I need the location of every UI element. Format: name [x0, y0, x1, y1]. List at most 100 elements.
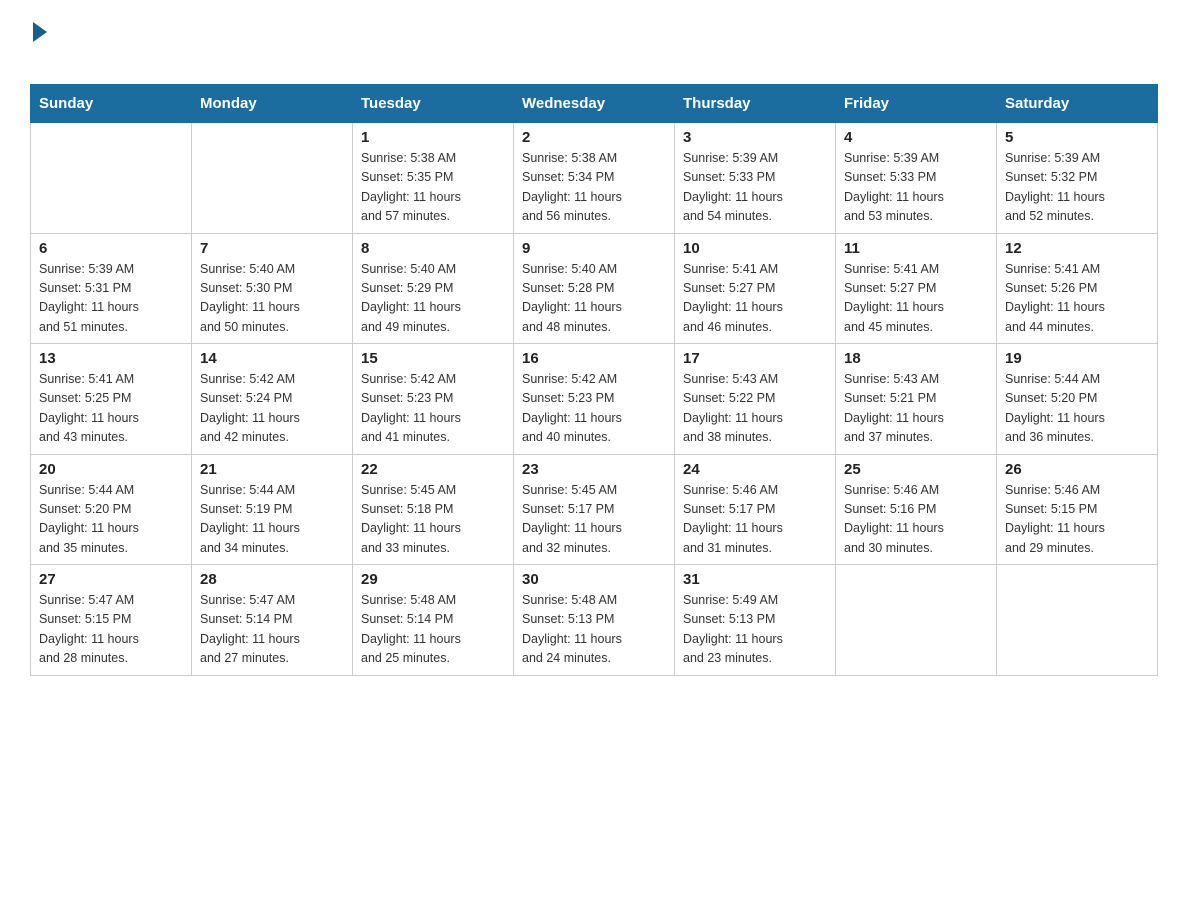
calendar-cell: 3 Sunrise: 5:39 AM Sunset: 5:33 PM Daylig… — [675, 123, 836, 234]
calendar-cell: 11 Sunrise: 5:41 AM Sunset: 5:27 PM Dayli… — [836, 233, 997, 344]
day-number: 31 — [683, 571, 827, 588]
day-number: 19 — [1005, 350, 1149, 367]
day-number: 24 — [683, 461, 827, 478]
day-number: 17 — [683, 350, 827, 367]
day-info: Sunrise: 5:43 AM Sunset: 5:22 PM Dayligh… — [683, 370, 827, 448]
day-number: 25 — [844, 461, 988, 478]
day-info: Sunrise: 5:41 AM Sunset: 5:27 PM Dayligh… — [844, 260, 988, 338]
calendar-cell: 13 Sunrise: 5:41 AM Sunset: 5:25 PM Dayli… — [31, 344, 192, 455]
day-number: 20 — [39, 461, 183, 478]
calendar-cell: 15Sunrise: 5:42 AM Sunset: 5:23 PM Dayli… — [353, 344, 514, 455]
calendar-cell: 1 Sunrise: 5:38 AM Sunset: 5:35 PM Daylig… — [353, 123, 514, 234]
day-number: 27 — [39, 571, 183, 588]
calendar-cell: 23 Sunrise: 5:45 AM Sunset: 5:17 PM Dayli… — [514, 454, 675, 565]
day-info: Sunrise: 5:47 AM Sunset: 5:14 PM Dayligh… — [200, 591, 344, 669]
day-number: 15 — [361, 350, 505, 367]
calendar-header-row: SundayMondayTuesdayWednesdayThursdayFrid… — [31, 85, 1158, 123]
day-info: Sunrise: 5:44 AM Sunset: 5:20 PM Dayligh… — [1005, 370, 1149, 448]
calendar-day-header: Tuesday — [353, 85, 514, 123]
logo — [30, 20, 47, 74]
day-info: Sunrise: 5:41 AM Sunset: 5:26 PM Dayligh… — [1005, 260, 1149, 338]
calendar-body: 1 Sunrise: 5:38 AM Sunset: 5:35 PM Daylig… — [31, 123, 1158, 676]
calendar-week-row: 27 Sunrise: 5:47 AM Sunset: 5:15 PM Dayli… — [31, 565, 1158, 676]
day-info: Sunrise: 5:45 AM Sunset: 5:18 PM Dayligh… — [361, 481, 505, 559]
day-info: Sunrise: 5:41 AM Sunset: 5:25 PM Dayligh… — [39, 370, 183, 448]
day-info: Sunrise: 5:41 AM Sunset: 5:27 PM Dayligh… — [683, 260, 827, 338]
calendar-cell: 21 Sunrise: 5:44 AM Sunset: 5:19 PM Dayli… — [192, 454, 353, 565]
calendar-cell: 31 Sunrise: 5:49 AM Sunset: 5:13 PM Dayli… — [675, 565, 836, 676]
day-info: Sunrise: 5:46 AM Sunset: 5:15 PM Dayligh… — [1005, 481, 1149, 559]
calendar-day-header: Sunday — [31, 85, 192, 123]
day-number: 11 — [844, 240, 988, 257]
day-info: Sunrise: 5:40 AM Sunset: 5:29 PM Dayligh… — [361, 260, 505, 338]
day-number: 26 — [1005, 461, 1149, 478]
day-info: Sunrise: 5:46 AM Sunset: 5:17 PM Dayligh… — [683, 481, 827, 559]
day-number: 23 — [522, 461, 666, 478]
day-number: 4 — [844, 129, 988, 146]
calendar-day-header: Saturday — [997, 85, 1158, 123]
calendar-day-header: Thursday — [675, 85, 836, 123]
day-number: 10 — [683, 240, 827, 257]
day-number: 16 — [522, 350, 666, 367]
day-info: Sunrise: 5:39 AM Sunset: 5:32 PM Dayligh… — [1005, 149, 1149, 227]
day-info: Sunrise: 5:47 AM Sunset: 5:15 PM Dayligh… — [39, 591, 183, 669]
day-info: Sunrise: 5:46 AM Sunset: 5:16 PM Dayligh… — [844, 481, 988, 559]
day-number: 29 — [361, 571, 505, 588]
calendar-cell: 18Sunrise: 5:43 AM Sunset: 5:21 PM Dayli… — [836, 344, 997, 455]
calendar-cell: 19 Sunrise: 5:44 AM Sunset: 5:20 PM Dayli… — [997, 344, 1158, 455]
day-info: Sunrise: 5:42 AM Sunset: 5:23 PM Dayligh… — [522, 370, 666, 448]
calendar-week-row: 1 Sunrise: 5:38 AM Sunset: 5:35 PM Daylig… — [31, 123, 1158, 234]
day-number: 1 — [361, 129, 505, 146]
logo-arrow-icon — [33, 22, 47, 42]
calendar-cell: 10 Sunrise: 5:41 AM Sunset: 5:27 PM Dayli… — [675, 233, 836, 344]
day-info: Sunrise: 5:49 AM Sunset: 5:13 PM Dayligh… — [683, 591, 827, 669]
calendar-cell: 6 Sunrise: 5:39 AM Sunset: 5:31 PM Daylig… — [31, 233, 192, 344]
calendar-week-row: 13 Sunrise: 5:41 AM Sunset: 5:25 PM Dayli… — [31, 344, 1158, 455]
calendar-cell: 5 Sunrise: 5:39 AM Sunset: 5:32 PM Daylig… — [997, 123, 1158, 234]
calendar-week-row: 6 Sunrise: 5:39 AM Sunset: 5:31 PM Daylig… — [31, 233, 1158, 344]
day-info: Sunrise: 5:39 AM Sunset: 5:31 PM Dayligh… — [39, 260, 183, 338]
calendar-cell: 30Sunrise: 5:48 AM Sunset: 5:13 PM Dayli… — [514, 565, 675, 676]
day-number: 28 — [200, 571, 344, 588]
day-number: 22 — [361, 461, 505, 478]
day-info: Sunrise: 5:43 AM Sunset: 5:21 PM Dayligh… — [844, 370, 988, 448]
day-info: Sunrise: 5:48 AM Sunset: 5:14 PM Dayligh… — [361, 591, 505, 669]
calendar-cell: 16 Sunrise: 5:42 AM Sunset: 5:23 PM Dayli… — [514, 344, 675, 455]
calendar-cell — [31, 123, 192, 234]
day-info: Sunrise: 5:44 AM Sunset: 5:19 PM Dayligh… — [200, 481, 344, 559]
day-info: Sunrise: 5:48 AM Sunset: 5:13 PM Dayligh… — [522, 591, 666, 669]
calendar-cell: 28 Sunrise: 5:47 AM Sunset: 5:14 PM Dayli… — [192, 565, 353, 676]
calendar-cell: 24 Sunrise: 5:46 AM Sunset: 5:17 PM Dayli… — [675, 454, 836, 565]
day-number: 9 — [522, 240, 666, 257]
day-info: Sunrise: 5:39 AM Sunset: 5:33 PM Dayligh… — [844, 149, 988, 227]
day-info: Sunrise: 5:45 AM Sunset: 5:17 PM Dayligh… — [522, 481, 666, 559]
day-info: Sunrise: 5:42 AM Sunset: 5:24 PM Dayligh… — [200, 370, 344, 448]
day-info: Sunrise: 5:38 AM Sunset: 5:34 PM Dayligh… — [522, 149, 666, 227]
day-number: 3 — [683, 129, 827, 146]
day-info: Sunrise: 5:39 AM Sunset: 5:33 PM Dayligh… — [683, 149, 827, 227]
calendar-cell — [836, 565, 997, 676]
calendar-cell: 12Sunrise: 5:41 AM Sunset: 5:26 PM Dayli… — [997, 233, 1158, 344]
calendar-cell: 25 Sunrise: 5:46 AM Sunset: 5:16 PM Dayli… — [836, 454, 997, 565]
calendar-day-header: Friday — [836, 85, 997, 123]
calendar-cell: 29 Sunrise: 5:48 AM Sunset: 5:14 PM Dayli… — [353, 565, 514, 676]
day-info: Sunrise: 5:38 AM Sunset: 5:35 PM Dayligh… — [361, 149, 505, 227]
day-number: 6 — [39, 240, 183, 257]
calendar-cell: 9 Sunrise: 5:40 AM Sunset: 5:28 PM Daylig… — [514, 233, 675, 344]
calendar-cell: 26 Sunrise: 5:46 AM Sunset: 5:15 PM Dayli… — [997, 454, 1158, 565]
calendar-cell: 7 Sunrise: 5:40 AM Sunset: 5:30 PM Daylig… — [192, 233, 353, 344]
day-number: 14 — [200, 350, 344, 367]
day-number: 2 — [522, 129, 666, 146]
day-number: 21 — [200, 461, 344, 478]
day-info: Sunrise: 5:40 AM Sunset: 5:30 PM Dayligh… — [200, 260, 344, 338]
day-info: Sunrise: 5:40 AM Sunset: 5:28 PM Dayligh… — [522, 260, 666, 338]
day-number: 13 — [39, 350, 183, 367]
calendar-day-header: Wednesday — [514, 85, 675, 123]
page-header — [30, 20, 1158, 74]
day-number: 7 — [200, 240, 344, 257]
calendar-cell: 14 Sunrise: 5:42 AM Sunset: 5:24 PM Dayli… — [192, 344, 353, 455]
calendar-cell: 27 Sunrise: 5:47 AM Sunset: 5:15 PM Dayli… — [31, 565, 192, 676]
day-number: 5 — [1005, 129, 1149, 146]
calendar-cell: 22 Sunrise: 5:45 AM Sunset: 5:18 PM Dayli… — [353, 454, 514, 565]
calendar-cell: 17 Sunrise: 5:43 AM Sunset: 5:22 PM Dayli… — [675, 344, 836, 455]
